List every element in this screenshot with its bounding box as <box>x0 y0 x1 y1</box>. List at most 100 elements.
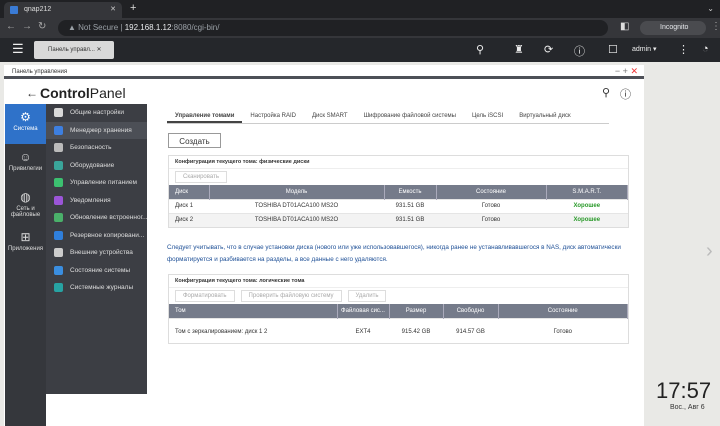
menu-item-label: Оборудование <box>70 161 115 169</box>
back-arrow-icon[interactable]: ← <box>26 86 38 100</box>
logical-volumes-table: Том Файловая сис... Размер Свободно Состояни… <box>169 304 628 346</box>
column-header[interactable]: Состояние <box>498 304 628 318</box>
column-header[interactable]: Состояние <box>436 185 547 199</box>
menu-item[interactable]: Состояние системы <box>46 262 147 280</box>
close-icon[interactable]: ✕ <box>630 66 638 76</box>
incognito-badge[interactable]: Incognito <box>640 21 706 35</box>
menu-item[interactable]: Общие настройки <box>46 104 147 122</box>
window-controls: − + ✕ <box>615 66 638 77</box>
table-row[interactable]: Том с зеркалированием: диск 1 2 EXT4 915.4… <box>169 317 628 346</box>
panel-title: Конфигурация текущего тома: логические т… <box>169 275 628 288</box>
column-header[interactable]: Том <box>169 304 338 318</box>
table-cell: Хорошее <box>546 212 628 227</box>
menu-item[interactable]: Резервное копировани... <box>46 227 147 245</box>
menu-item-label: Уведомления <box>70 196 111 204</box>
app-tab[interactable]: Панель управл... ✕ <box>34 41 114 59</box>
category-apps[interactable]: ⊞ Приложения <box>5 224 46 264</box>
user-menu[interactable]: admin ▾ <box>632 45 657 53</box>
table-cell: 931.51 GB <box>384 212 436 227</box>
menu-item-icon <box>54 213 63 222</box>
info-icon[interactable]: ⓘ <box>574 43 585 59</box>
forward-icon[interactable]: → <box>22 21 32 32</box>
column-header[interactable]: Свободно <box>443 304 499 318</box>
maximize-icon[interactable]: + <box>623 66 628 76</box>
column-header[interactable]: Диск <box>169 185 210 199</box>
tab[interactable]: Настройка RAID <box>242 112 304 123</box>
sidepanel-icon[interactable]: ◧ <box>620 21 629 32</box>
column-header[interactable]: Размер <box>389 304 444 318</box>
new-tab-button[interactable]: + <box>130 2 136 14</box>
table-cell: 931.51 GB <box>384 198 436 213</box>
tab[interactable]: Цель iSCSI <box>464 112 511 123</box>
menu-item[interactable]: Оборудование <box>46 157 147 175</box>
window-titlebar: Панель управления <box>4 65 644 79</box>
more-icon[interactable]: ⋮ <box>678 43 689 56</box>
table-cell: Том с зеркалированием: диск 1 2 <box>169 317 337 346</box>
menu-item-label: Обновление встроенног... <box>70 214 147 221</box>
column-header[interactable]: Модель <box>209 185 385 199</box>
menu-item[interactable]: Уведомления <box>46 192 147 210</box>
security-label: Not Secure <box>78 23 119 32</box>
menu-item[interactable]: Внешние устройства <box>46 244 147 262</box>
tab[interactable]: Диск SMART <box>304 112 356 123</box>
tab-search-icon[interactable]: ⌄ <box>707 4 714 13</box>
search-icon[interactable]: ⚲ <box>602 86 610 99</box>
volume-action-button[interactable]: Удалить <box>347 290 387 302</box>
menu-item[interactable]: Менеджер хранения <box>46 121 147 139</box>
next-arrow-icon[interactable]: › <box>706 240 713 263</box>
volume-action-button[interactable]: Проверить файловую систему <box>240 290 342 302</box>
menu-item-icon <box>54 160 63 170</box>
tab[interactable]: Шифрование файловой системы <box>356 112 464 123</box>
menu-item[interactable]: Безопасность <box>46 139 147 157</box>
reload-icon[interactable]: ↻ <box>38 21 46 32</box>
menu-item-icon <box>54 108 63 117</box>
storage-tabs: Управление томами Настройка RAID Диск SMAR… <box>167 112 609 124</box>
back-icon[interactable]: ← <box>6 21 16 32</box>
menu-item-icon <box>54 125 63 135</box>
table-row[interactable]: Диск 1 TOSHIBA DT01ACA100 MS2O 931.51 GB Го… <box>169 198 628 213</box>
column-header[interactable]: Файловая сис... <box>337 304 390 318</box>
app-tab-label: Панель управл... <box>48 47 95 53</box>
column-header[interactable]: Емкость <box>384 185 437 199</box>
menu-item[interactable]: Обновление встроенног... <box>46 209 147 227</box>
user-icon: ☺ <box>19 150 32 164</box>
volume-action-button[interactable]: Форматировать <box>175 290 235 302</box>
user-icon[interactable]: ☐ <box>608 43 618 56</box>
category-sidebar: ⚙ Система ☺ Привилегии ◍ Сеть и файловые ⊞ П… <box>5 104 46 426</box>
menu-item-icon <box>54 195 63 205</box>
create-button[interactable]: Создать <box>168 133 221 148</box>
minimize-icon[interactable]: − <box>615 66 620 76</box>
search-icon[interactable]: ⚲ <box>476 43 484 56</box>
qnap-favicon <box>10 6 18 14</box>
physical-disks-panel: Конфигурация текущего тома: физические д… <box>168 155 629 228</box>
url-input[interactable]: ▲ Not Secure | 192.168.1.12:8080/cgi-bin… <box>58 20 608 36</box>
tab[interactable]: Виртуальный диск <box>511 112 578 123</box>
sync-icon[interactable]: ⟳ <box>544 43 553 56</box>
username: admin <box>632 46 652 53</box>
profile-label: Incognito <box>660 24 689 31</box>
menu-item-icon <box>54 178 63 187</box>
table-row[interactable]: Диск 2 TOSHIBA DT01ACA100 MS2O 931.51 GB Го… <box>169 212 628 227</box>
panel-header: ← ControlPanel ⚲ ⓘ <box>4 82 644 104</box>
tasks-icon[interactable]: ♜ <box>514 43 524 56</box>
dashboard-icon[interactable]: ◔ <box>702 43 709 55</box>
help-icon[interactable]: ⓘ <box>620 86 631 102</box>
menu-icon[interactable]: ⋮ <box>711 21 720 32</box>
table-cell: Готово <box>498 317 628 346</box>
close-tab-icon[interactable]: ✕ <box>110 5 116 13</box>
browser-tab[interactable]: qnap212 ✕ <box>4 2 122 18</box>
category-system[interactable]: ⚙ Система <box>5 104 46 144</box>
category-privileges[interactable]: ☺ Привилегии <box>5 144 46 184</box>
scan-button[interactable]: Сканировать <box>175 171 227 183</box>
hamburger-icon[interactable]: ☰ <box>12 41 24 57</box>
menu-item[interactable]: Управление питанием <box>46 174 147 192</box>
window-title: Панель управления <box>12 69 68 75</box>
apps-icon: ⊞ <box>20 230 31 244</box>
menu-item[interactable]: Системные журналы <box>46 279 147 297</box>
column-header[interactable]: S.M.A.R.T. <box>546 185 628 199</box>
table-cell: TOSHIBA DT01ACA100 MS2O <box>209 198 384 213</box>
settings-menu: Общие настройки Менеджер хранения Безопасн… <box>46 104 147 394</box>
table-cell: EXT4 <box>337 317 389 346</box>
tab[interactable]: Управление томами <box>167 112 243 123</box>
category-network[interactable]: ◍ Сеть и файловые <box>5 184 46 224</box>
